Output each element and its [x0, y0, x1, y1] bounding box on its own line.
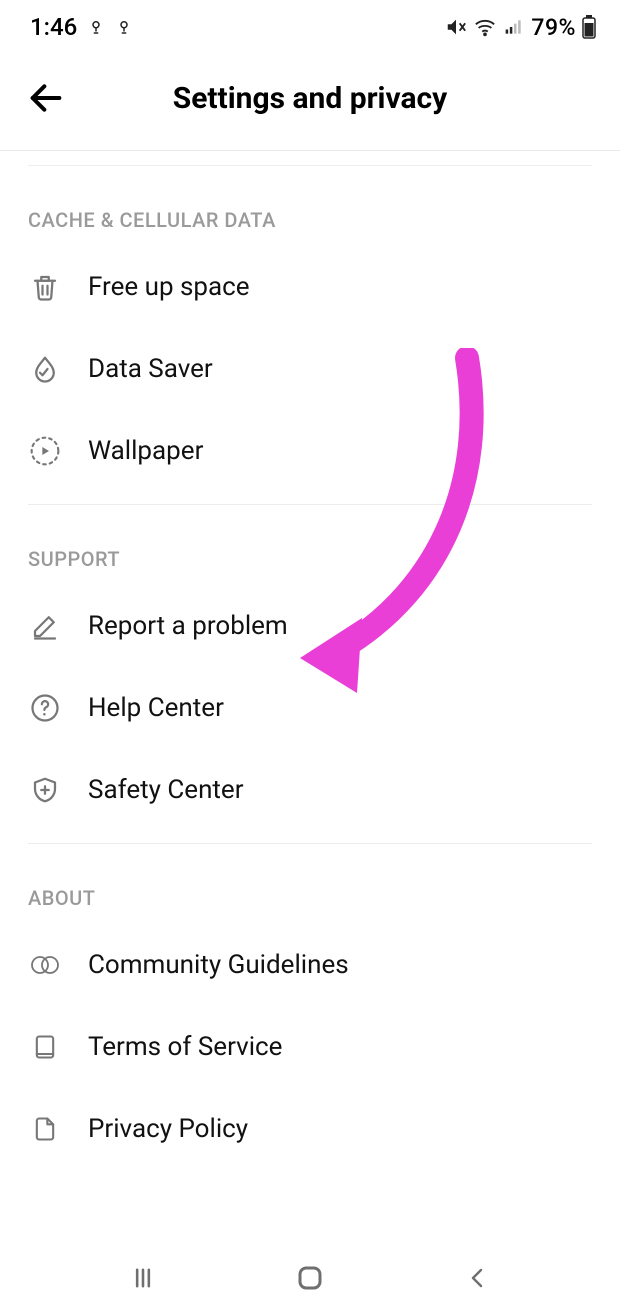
page-title: Settings and privacy — [0, 81, 620, 116]
mute-icon — [445, 16, 467, 38]
row-label: Help Center — [88, 693, 224, 723]
row-report-problem[interactable]: Report a problem — [0, 585, 620, 667]
row-help-center[interactable]: Help Center — [0, 667, 620, 749]
row-label: Free up space — [88, 272, 250, 302]
row-label: Safety Center — [88, 775, 244, 805]
row-community-guidelines[interactable]: Community Guidelines — [0, 924, 620, 1006]
question-circle-icon — [28, 691, 62, 725]
wifi-icon — [473, 16, 497, 38]
trash-icon — [28, 270, 62, 304]
play-dotted-icon — [28, 434, 62, 468]
status-time: 1:46 — [30, 13, 77, 41]
status-bar: 1:46 79% — [0, 0, 620, 54]
signal-icon — [503, 17, 525, 37]
row-privacy-policy[interactable]: Privacy Policy — [0, 1088, 620, 1170]
row-safety-center[interactable]: Safety Center — [0, 749, 620, 831]
row-free-up-space[interactable]: Free up space — [0, 246, 620, 328]
row-label: Privacy Policy — [88, 1114, 248, 1144]
row-label: Data Saver — [88, 354, 213, 384]
status-left: 1:46 — [30, 13, 133, 41]
pencil-icon — [28, 609, 62, 643]
row-terms-of-service[interactable]: Terms of Service — [0, 1006, 620, 1088]
row-label: Terms of Service — [88, 1032, 282, 1062]
section-header-support: SUPPORT — [0, 505, 620, 585]
section-header-about: ABOUT — [0, 844, 620, 924]
battery-icon — [582, 15, 596, 39]
notification-icon — [87, 18, 105, 36]
header-divider — [0, 150, 620, 151]
battery-percent: 79% — [531, 14, 576, 41]
app-header: Settings and privacy — [0, 54, 620, 142]
circles-icon — [28, 948, 62, 982]
section-header-cache: CACHE & CELLULAR DATA — [0, 166, 620, 246]
shield-icon — [28, 773, 62, 807]
book-icon — [28, 1030, 62, 1064]
arrow-left-icon — [26, 78, 66, 118]
back-button[interactable] — [20, 72, 72, 124]
file-icon — [28, 1112, 62, 1146]
android-nav-bar — [0, 1247, 620, 1309]
android-back-button[interactable] — [447, 1258, 507, 1298]
row-label: Community Guidelines — [88, 950, 349, 980]
status-right: 79% — [445, 14, 596, 41]
drop-icon — [28, 352, 62, 386]
row-label: Report a problem — [88, 611, 288, 641]
android-home-button[interactable] — [280, 1258, 340, 1298]
row-data-saver[interactable]: Data Saver — [0, 328, 620, 410]
notification-icon-2 — [115, 18, 133, 36]
row-label: Wallpaper — [88, 436, 203, 466]
row-wallpaper[interactable]: Wallpaper — [0, 410, 620, 492]
android-recents-button[interactable] — [113, 1258, 173, 1298]
